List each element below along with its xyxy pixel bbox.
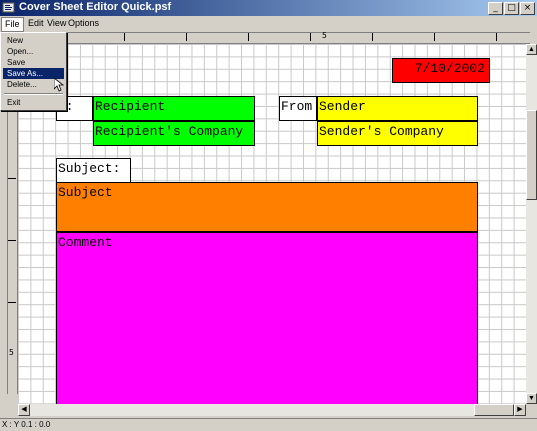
title-bar: Cover Sheet Editor Quick.psf _ □ ×	[0, 0, 537, 16]
ruler-tick	[434, 33, 435, 41]
ruler-tick	[8, 240, 16, 241]
ruler-tick	[186, 33, 187, 41]
window-title: Cover Sheet Editor Quick.psf	[19, 1, 172, 13]
menu-item-exit[interactable]: Exit	[3, 97, 64, 108]
horizontal-scrollbar[interactable]: ◀ ▶	[18, 404, 526, 416]
date-field[interactable]: 7/10/2002	[392, 58, 490, 83]
recipient-field[interactable]: Recipient	[93, 96, 255, 121]
ruler-tick	[248, 33, 249, 41]
menu-file[interactable]: File	[1, 17, 24, 32]
subject-field[interactable]: Subject	[56, 182, 478, 232]
ruler-label: 5	[9, 348, 14, 357]
file-menu-dropdown: New Open... Save Save As... Delete... Ex…	[0, 32, 67, 111]
scroll-down-icon[interactable]: ▼	[526, 393, 537, 404]
from-label-field[interactable]: From	[279, 96, 317, 121]
recipient-company-field[interactable]: Recipient's Company	[93, 121, 255, 146]
horizontal-ruler: 5	[18, 31, 530, 44]
ruler-tick	[310, 33, 311, 41]
mouse-cursor-icon	[54, 78, 64, 92]
scroll-left-icon[interactable]: ◀	[18, 404, 30, 416]
menu-item-save[interactable]: Save	[3, 57, 64, 68]
vertical-ruler: 5	[7, 98, 18, 394]
maximize-button[interactable]: □	[504, 2, 519, 15]
vertical-scrollbar[interactable]: ▲ ▼	[526, 44, 537, 404]
status-bar: X : Y 0.1 : 0.0	[0, 418, 537, 431]
cover-sheet-canvas[interactable]: 7/10/2002 o: Recipient Recipient's Compa…	[18, 44, 526, 404]
ruler-tick	[372, 33, 373, 41]
ruler-tick	[8, 178, 16, 179]
coordinates-readout: X : Y 0.1 : 0.0	[2, 420, 51, 429]
sender-field[interactable]: Sender	[317, 96, 478, 121]
minimize-button[interactable]: _	[488, 2, 503, 15]
ruler-tick	[496, 33, 497, 41]
close-button[interactable]: ×	[520, 2, 535, 15]
menu-item-open[interactable]: Open...	[3, 46, 64, 57]
horizontal-scroll-thumb[interactable]	[474, 404, 514, 416]
ruler-tick	[124, 33, 125, 41]
ruler-label: 5	[322, 31, 327, 40]
app-icon	[2, 2, 15, 13]
menu-item-new[interactable]: New	[3, 35, 64, 46]
ruler-tick	[8, 302, 16, 303]
menu-bar: File Edit View Options	[0, 16, 537, 32]
scroll-right-icon[interactable]: ▶	[514, 404, 526, 416]
vertical-scroll-thumb[interactable]	[526, 110, 537, 200]
menu-separator	[4, 93, 63, 95]
subject-label-field[interactable]: Subject:	[56, 158, 131, 183]
comment-field[interactable]: Comment	[56, 232, 478, 404]
menu-options[interactable]: Options	[65, 17, 102, 30]
scroll-up-icon[interactable]: ▲	[526, 44, 537, 55]
sender-company-field[interactable]: Sender's Company	[317, 121, 478, 146]
